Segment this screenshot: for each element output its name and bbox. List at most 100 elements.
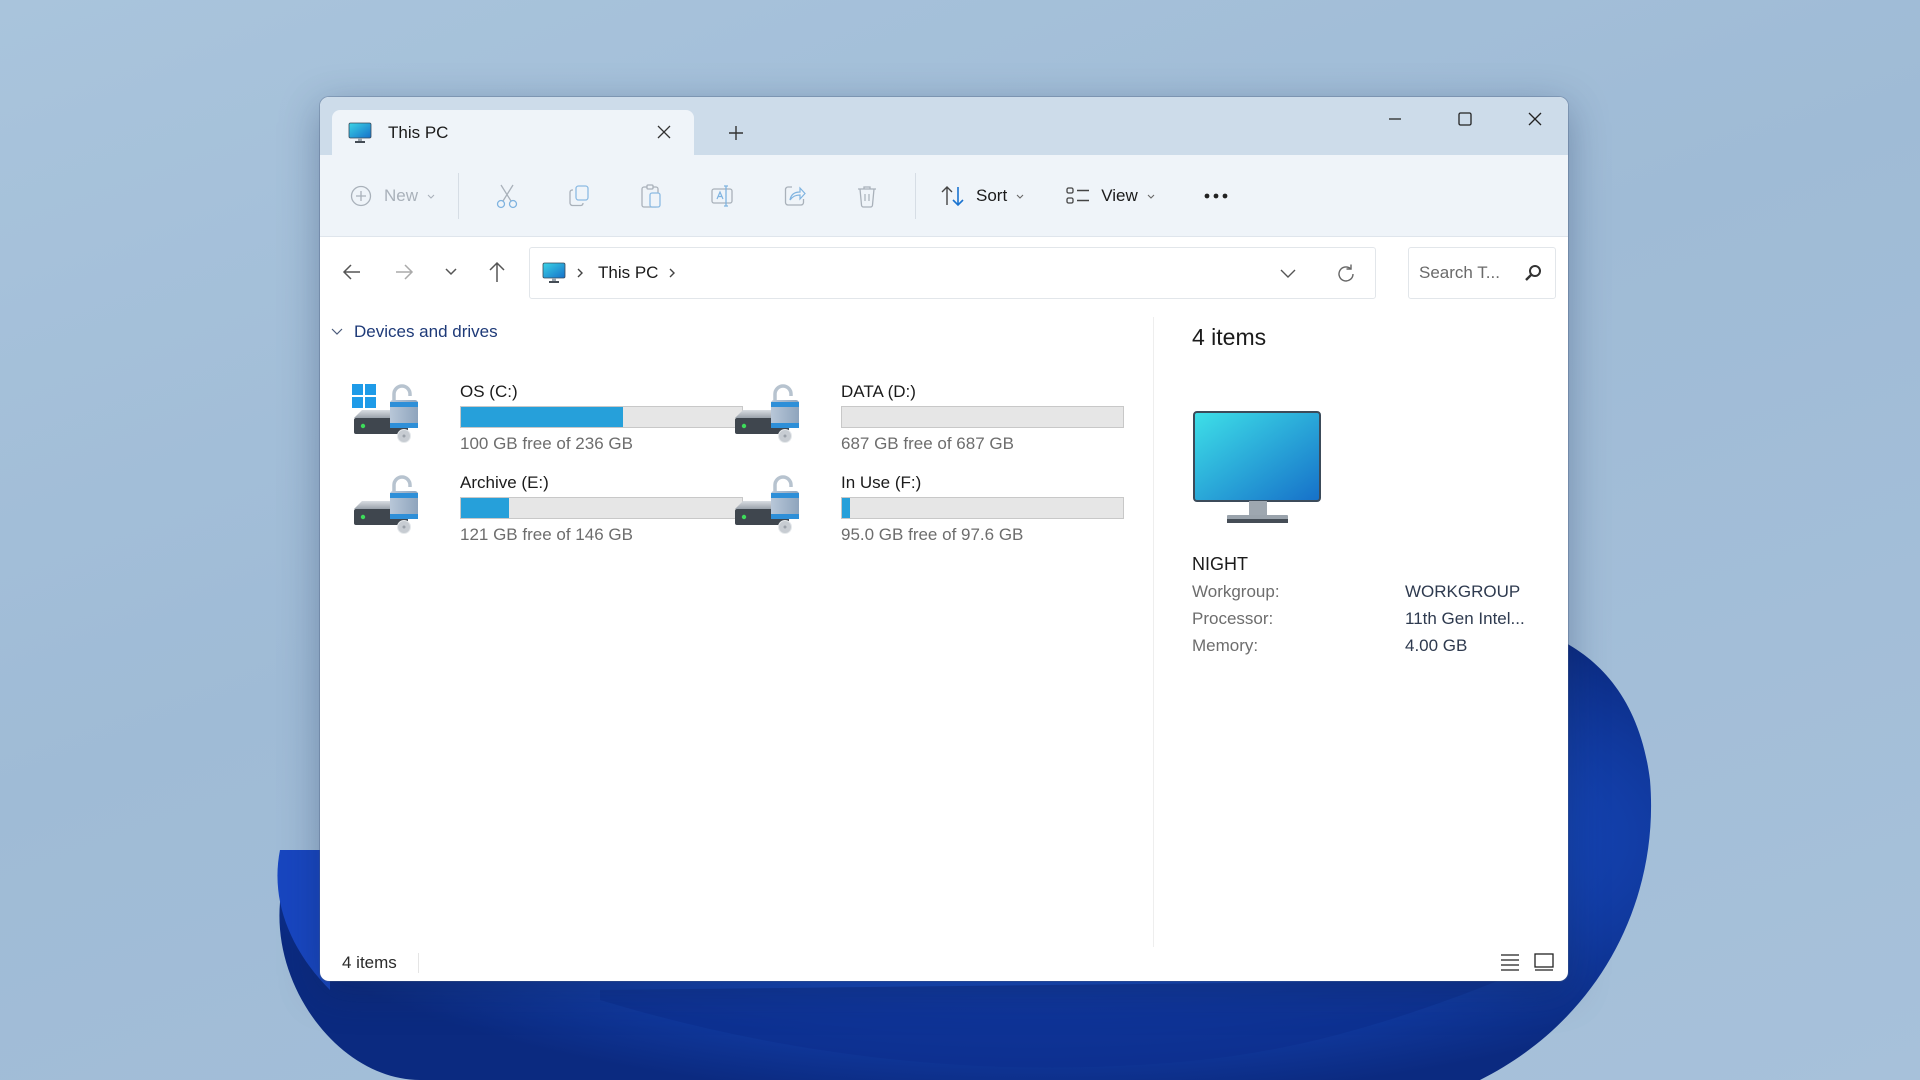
new-label: New (384, 185, 419, 205)
drive-usage-bar (460, 406, 743, 428)
chevron-down-icon (331, 328, 343, 335)
drive-item[interactable]: OS (C:) 100 GB free of 236 GB (352, 382, 743, 462)
close-window-button[interactable] (1500, 97, 1568, 141)
minimize-button[interactable] (1360, 97, 1430, 141)
drive-item[interactable]: Archive (E:) 121 GB free of 146 GB (352, 473, 743, 553)
search-box[interactable] (1408, 247, 1556, 299)
drive-usage-fill (461, 407, 623, 427)
bitlocker-drive-icon (354, 475, 418, 534)
copy-icon (569, 184, 589, 206)
drive-usage-fill (461, 498, 510, 518)
pc-monitor-icon (1193, 411, 1321, 523)
copy-button[interactable] (543, 176, 615, 216)
file-explorer-window: This PC New Sort View This PC Search T..… (320, 97, 1568, 981)
back-button[interactable] (334, 254, 370, 290)
recent-locations-button[interactable] (433, 254, 469, 290)
details-view-button[interactable] (1496, 949, 1524, 975)
clipboard-icon (641, 183, 661, 208)
plus-icon (729, 126, 743, 140)
bitlocker-drive-icon (352, 384, 418, 443)
group-label: Devices and drives (354, 322, 498, 341)
view-icon (1066, 186, 1090, 204)
rename-button[interactable] (687, 176, 759, 216)
up-button[interactable] (479, 254, 515, 290)
close-icon (657, 125, 671, 139)
paste-button[interactable] (615, 176, 687, 216)
more-options-button[interactable] (1196, 176, 1236, 216)
rename-icon (711, 184, 733, 207)
maximize-icon (1458, 112, 1472, 126)
breadcrumb-this-pc[interactable]: This PC (598, 263, 658, 283)
drive-usage-bar (460, 497, 743, 519)
drive-free-space: 687 GB free of 687 GB (841, 434, 1014, 453)
property-key: Memory: (1192, 636, 1259, 655)
view-button[interactable]: View (1065, 176, 1156, 216)
ellipsis-icon (1204, 193, 1228, 198)
forward-button[interactable] (386, 254, 422, 290)
property-key: Workgroup: (1192, 582, 1280, 601)
drive-name: In Use (F:) (841, 473, 922, 492)
sort-label: Sort (976, 185, 1008, 205)
chevron-right-icon[interactable] (666, 267, 678, 279)
drive-item[interactable]: DATA (D:) 687 GB free of 687 GB (733, 382, 1124, 462)
chevron-down-icon (1147, 194, 1155, 199)
delete-button[interactable] (831, 176, 903, 216)
new-tab-button[interactable] (720, 117, 752, 149)
new-button[interactable]: New (350, 176, 436, 216)
details-view-icon (1501, 954, 1519, 971)
command-bar: New Sort View (320, 155, 1568, 237)
group-header-devices-drives[interactable]: Devices and drives (330, 322, 498, 342)
tab-this-pc[interactable]: This PC (332, 110, 694, 155)
minimize-icon (1389, 118, 1401, 120)
arrow-up-icon (489, 261, 505, 282)
chevron-down-icon (445, 268, 457, 276)
property-value: 4.00 GB (1405, 636, 1468, 655)
drive-name: OS (C:) (460, 382, 518, 401)
navigation-bar: This PC (320, 238, 1568, 302)
status-item-count: 4 items (342, 953, 397, 972)
address-history-button[interactable] (1273, 260, 1303, 288)
chevron-down-icon (427, 194, 435, 199)
details-item-count: 4 items (1192, 324, 1267, 350)
sort-button[interactable]: Sort (940, 176, 1025, 216)
cut-button[interactable] (471, 176, 543, 216)
close-icon (1528, 112, 1542, 126)
title-bar: This PC (320, 97, 1568, 155)
drive-name: DATA (D:) (841, 382, 916, 401)
pc-monitor-icon (542, 262, 566, 283)
search-input[interactable] (1419, 263, 1515, 283)
close-tab-button[interactable] (652, 120, 676, 144)
windows-logo-icon (352, 384, 376, 408)
drive-item[interactable]: In Use (F:) 95.0 GB free of 97.6 GB (733, 473, 1124, 553)
property-key: Processor: (1192, 609, 1274, 628)
tiles-view-button[interactable] (1530, 949, 1558, 975)
pc-monitor-icon (348, 122, 372, 143)
chevron-right-icon[interactable] (570, 267, 590, 279)
bitlocker-drive-icon (735, 475, 799, 534)
drive-usage-bar (841, 406, 1124, 428)
toolbar-separator (915, 172, 917, 219)
share-button[interactable] (759, 176, 831, 216)
drive-free-space: 95.0 GB free of 97.6 GB (841, 525, 1024, 544)
refresh-button[interactable] (1331, 260, 1361, 288)
scissors-icon (496, 184, 518, 208)
drive-name: Archive (E:) (460, 473, 549, 492)
property-value: WORKGROUP (1405, 582, 1521, 601)
computer-name: NIGHT (1192, 554, 1248, 574)
drive-usage-fill (842, 498, 850, 518)
toolbar-separator (458, 172, 460, 219)
details-pane: 4 items NIGHT Workgroup: WORKGROUP Proce… (1154, 302, 1568, 942)
plus-circle-icon (350, 185, 372, 206)
drive-usage-bar (841, 497, 1124, 519)
maximize-button[interactable] (1430, 97, 1500, 141)
arrow-left-icon (342, 264, 360, 280)
chevron-down-icon (1280, 269, 1296, 278)
status-bar: 4 items (320, 945, 1568, 981)
share-icon (784, 185, 806, 206)
search-icon[interactable] (1523, 263, 1543, 283)
arrow-right-icon (396, 264, 414, 280)
trash-icon (858, 185, 877, 208)
address-bar[interactable]: This PC (529, 247, 1376, 299)
refresh-icon (1338, 264, 1354, 282)
status-separator (418, 953, 419, 973)
